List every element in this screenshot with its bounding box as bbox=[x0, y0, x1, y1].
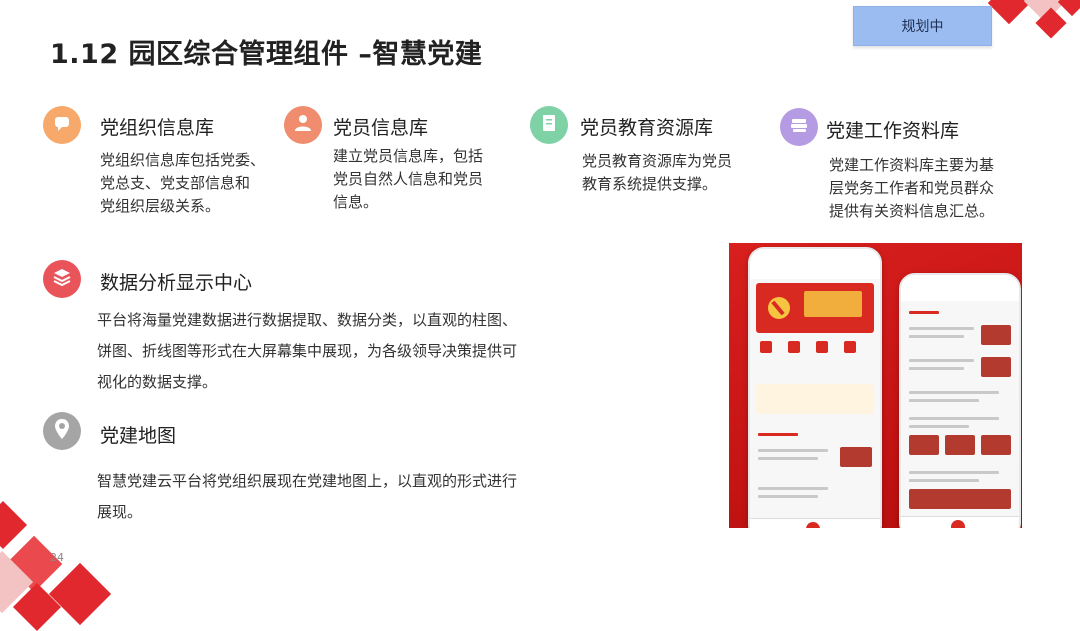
feature-title: 党员信息库 bbox=[333, 117, 429, 139]
decor-diamond bbox=[987, 0, 1031, 25]
status-badge: 规划中 bbox=[853, 6, 992, 46]
page-title: 1.12 园区综合管理组件 –智慧党建 bbox=[50, 39, 483, 70]
feature-desc: 党员教育资源库为党员 教育系统提供支撑。 bbox=[582, 150, 732, 196]
section-icon-badge bbox=[43, 260, 81, 298]
feature-desc: 党建工作资料库主要为基 层党务工作者和党员群众 提供有关资料信息汇总。 bbox=[829, 154, 994, 223]
desc-line: 党组织层级关系。 bbox=[100, 197, 221, 215]
map-pin-icon bbox=[53, 418, 71, 444]
desc-line: 党总支、党支部信息和 bbox=[100, 174, 251, 192]
phone-banner bbox=[756, 283, 874, 333]
desc-line: 信息。 bbox=[333, 193, 379, 211]
hammer-sickle-icon bbox=[768, 297, 790, 319]
desc-line: 展现。 bbox=[97, 503, 143, 521]
layers-icon bbox=[52, 267, 72, 291]
section-desc: 智慧党建云平台将党组织展现在党建地图上，以直观的形式进行 展现。 bbox=[97, 466, 517, 528]
phone-status-bar bbox=[750, 249, 880, 279]
page-number: 24 bbox=[50, 551, 64, 564]
desc-line: 平台将海量党建数据进行数据提取、数据分类，以直观的柱图、 bbox=[97, 311, 518, 329]
phone-nav-icons bbox=[758, 341, 870, 357]
desc-line: 饼图、折线图等形式在大屏幕集中展现，为各级领导决策提供可 bbox=[97, 342, 518, 360]
desc-line: 党员自然人信息和党员 bbox=[333, 170, 484, 188]
section-title: 数据分析显示中心 bbox=[100, 272, 253, 294]
decor-diamond bbox=[1057, 0, 1080, 17]
desc-line: 建立党员信息库，包括 bbox=[333, 147, 484, 165]
section-icon-badge bbox=[43, 412, 81, 450]
chat-bubble-icon bbox=[52, 114, 72, 136]
document-icon bbox=[540, 113, 558, 137]
phone-mockup-left bbox=[748, 247, 882, 528]
phone-mockup-right bbox=[899, 273, 1021, 528]
desc-line: 层党务工作者和党员群众 bbox=[829, 179, 995, 197]
feature-icon-badge bbox=[284, 106, 322, 144]
section-title: 党建地图 bbox=[100, 425, 177, 447]
phone-todo-card bbox=[756, 384, 874, 414]
feature-title: 党组织信息库 bbox=[100, 117, 215, 139]
app-screenshot-image bbox=[729, 243, 1022, 528]
section-desc: 平台将海量党建数据进行数据提取、数据分类，以直观的柱图、 饼图、折线图等形式在大… bbox=[97, 305, 517, 398]
desc-line: 党组织信息库包括党委、 bbox=[100, 151, 266, 169]
desc-line: 党建工作资料库主要为基 bbox=[829, 156, 995, 174]
feature-icon-badge bbox=[780, 108, 818, 146]
feature-icon-badge bbox=[43, 106, 81, 144]
decor-diamond bbox=[0, 500, 28, 550]
feature-title: 党员教育资源库 bbox=[580, 117, 714, 139]
books-icon bbox=[789, 116, 809, 138]
desc-line: 视化的数据支撑。 bbox=[97, 373, 218, 391]
user-icon bbox=[293, 113, 313, 137]
desc-line: 提供有关资料信息汇总。 bbox=[829, 202, 995, 220]
decor-diamond bbox=[48, 562, 112, 626]
phone-tab-bar bbox=[750, 518, 880, 528]
feature-desc: 建立党员信息库，包括 党员自然人信息和党员 信息。 bbox=[333, 145, 483, 214]
desc-line: 党员教育资源库为党员 bbox=[582, 152, 733, 170]
feature-desc: 党组织信息库包括党委、 党总支、党支部信息和 党组织层级关系。 bbox=[100, 149, 265, 218]
feature-icon-badge bbox=[530, 106, 568, 144]
desc-line: 教育系统提供支撑。 bbox=[582, 175, 718, 193]
feature-title: 党建工作资料库 bbox=[826, 120, 960, 142]
desc-line: 智慧党建云平台将党组织展现在党建地图上，以直观的形式进行 bbox=[97, 472, 518, 490]
